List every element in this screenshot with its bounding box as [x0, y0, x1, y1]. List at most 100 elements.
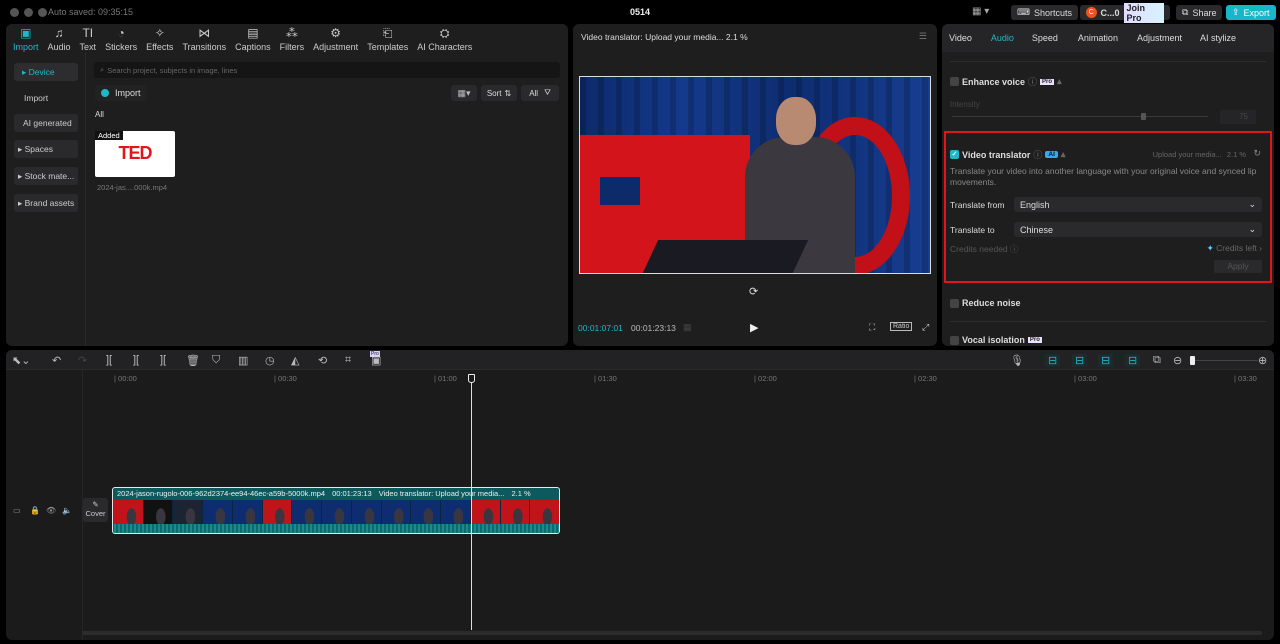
- apply-button[interactable]: Apply: [1214, 260, 1262, 273]
- split-left-icon[interactable]: ][: [133, 354, 139, 366]
- inspector-panel: Video Audio Speed Animation Adjustment A…: [942, 24, 1274, 346]
- credits-left-link[interactable]: ✦ Credits left ›: [1207, 243, 1262, 254]
- clip-duration: 00:01:23:13: [332, 489, 372, 498]
- close-window-button[interactable]: [10, 7, 19, 17]
- intensity-slider[interactable]: [952, 113, 1208, 120]
- zoom-in-icon[interactable]: ⊕: [1258, 354, 1267, 367]
- enhance-voice-checkbox[interactable]: [950, 77, 959, 86]
- video-clip[interactable]: 2024-jason-rugolo-006-962d2374-ee94-46ec…: [112, 487, 560, 534]
- tab-filters[interactable]: ⁂ Filters: [280, 27, 305, 53]
- sidebar-item-import[interactable]: Import: [14, 89, 78, 107]
- account-button[interactable]: C C...0 Join Pro: [1080, 2, 1170, 23]
- tab-text[interactable]: TI Text: [80, 27, 97, 53]
- tab-ai-characters[interactable]: ⛭ AI Characters: [417, 27, 473, 53]
- tab-adjustment[interactable]: Adjustment: [1137, 33, 1182, 43]
- tab-import[interactable]: ▣ Import: [13, 27, 39, 53]
- retry-icon[interactable]: ↻: [1253, 148, 1261, 159]
- tab-video[interactable]: Video: [949, 33, 972, 43]
- export-button[interactable]: ⇪ Export: [1226, 5, 1276, 20]
- auto-snap-icon[interactable]: ⊟: [1072, 354, 1088, 367]
- video-translator-checkbox[interactable]: ✓: [950, 150, 959, 159]
- tab-label: Stickers: [105, 42, 138, 52]
- tab-ai-stylize[interactable]: AI stylize: [1200, 33, 1236, 43]
- linkage-icon[interactable]: ⊟: [1098, 354, 1114, 367]
- tab-speed[interactable]: Speed: [1032, 33, 1058, 43]
- sort-button[interactable]: Sort ⇅: [481, 85, 517, 101]
- play-button[interactable]: ▶: [750, 321, 758, 334]
- zoom-slider-thumb[interactable]: [1190, 356, 1195, 365]
- clip-thumbnails: [114, 500, 559, 524]
- view-mode-button[interactable]: ▦▾: [451, 85, 477, 101]
- tab-transitions[interactable]: ⋈ Transitions: [182, 27, 226, 53]
- cover-button[interactable]: ✎ Cover: [83, 498, 108, 522]
- intensity-slider-thumb[interactable]: [1141, 113, 1146, 120]
- redo-icon[interactable]: ↷: [78, 354, 87, 367]
- menu-icon[interactable]: ☰: [919, 31, 927, 42]
- player-title: Video translator: Upload your media... 2…: [581, 32, 748, 42]
- tab-stickers[interactable]: ◔ Stickers: [105, 27, 138, 53]
- tab-label: AI Characters: [417, 42, 473, 52]
- join-pro-button[interactable]: Join Pro: [1123, 2, 1164, 23]
- split-icon[interactable]: ][: [106, 354, 112, 366]
- reduce-noise-checkbox[interactable]: [950, 298, 959, 308]
- import-button[interactable]: Import: [95, 85, 147, 101]
- lock-icon[interactable]: 🔒: [30, 506, 40, 515]
- maximize-window-button[interactable]: [38, 7, 47, 17]
- translate-to-label: Translate to: [950, 225, 995, 235]
- split-right-icon[interactable]: ][: [160, 354, 166, 366]
- tab-audio[interactable]: Audio: [991, 33, 1014, 43]
- marker-icon[interactable]: ⛉: [212, 354, 220, 367]
- microphone-icon[interactable]: 🎙: [1010, 354, 1024, 367]
- rotate-icon[interactable]: ⟳: [749, 285, 758, 298]
- search-input[interactable]: ⌕ Search project, subjects in image, line…: [94, 62, 560, 78]
- tab-captions[interactable]: ▤ Captions: [235, 27, 271, 53]
- add-icon: [101, 89, 109, 97]
- horizontal-scrollbar[interactable]: [82, 631, 1262, 635]
- sidebar-item-spaces[interactable]: ▸ Spaces: [14, 140, 78, 158]
- zoom-out-icon[interactable]: ⊖: [1173, 354, 1182, 367]
- crop-icon[interactable]: ⌗: [345, 354, 351, 367]
- translate-from-select[interactable]: English ⌄: [1014, 197, 1262, 212]
- collapse-icon[interactable]: ▴: [1061, 149, 1066, 160]
- clip-thumbnail-frame: [203, 500, 233, 524]
- waveform-icon[interactable]: ▦: [683, 322, 692, 333]
- tab-adjustment[interactable]: ⚙ Adjustment: [313, 27, 358, 53]
- audio-waveform: [114, 524, 559, 533]
- main-track-magnet-icon[interactable]: ⊟: [1045, 354, 1061, 367]
- tab-animation[interactable]: Animation: [1078, 33, 1118, 43]
- sidebar-item-device[interactable]: ▸ Device: [14, 63, 78, 81]
- delete-icon[interactable]: 🗑: [186, 354, 200, 367]
- thumbnail-icon[interactable]: ⧉: [1153, 354, 1161, 367]
- freeze-icon[interactable]: ▥: [238, 354, 248, 367]
- sidebar-item-brand-assets[interactable]: ▸ Brand assets: [14, 194, 78, 212]
- shortcuts-button[interactable]: ⌨ Shortcuts: [1011, 5, 1079, 20]
- vocal-isolation-checkbox[interactable]: [950, 335, 959, 345]
- preview-axis-icon[interactable]: ⊟: [1125, 354, 1141, 367]
- minimize-window-button[interactable]: [24, 7, 33, 17]
- playhead[interactable]: [468, 374, 475, 630]
- filter-button[interactable]: All ⛛: [521, 85, 559, 101]
- intensity-value[interactable]: 75: [1220, 110, 1256, 124]
- undo-icon[interactable]: ↶: [52, 354, 61, 367]
- select-tool-icon[interactable]: ⬉⌄: [12, 354, 30, 367]
- speaker-icon[interactable]: 🔈: [62, 506, 72, 515]
- mirror-icon[interactable]: ◭: [291, 354, 299, 367]
- layout-icon[interactable]: ▦ ▾: [972, 6, 989, 17]
- rotate-icon[interactable]: ⟲: [318, 354, 327, 367]
- speed-icon[interactable]: ◷: [265, 354, 275, 367]
- media-item[interactable]: Added TED: [95, 131, 175, 177]
- tab-templates[interactable]: ⎗ Templates: [367, 27, 408, 53]
- share-button[interactable]: ⧉ Share: [1176, 5, 1223, 20]
- sidebar-item-stock-materials[interactable]: ▸ Stock mate...: [14, 167, 78, 185]
- eye-icon[interactable]: 👁: [46, 506, 56, 515]
- fullscreen-icon[interactable]: ⤢: [922, 322, 929, 333]
- zoom-fit-icon[interactable]: ⛶: [869, 322, 875, 333]
- ratio-button[interactable]: Ratio: [890, 322, 913, 331]
- video-preview[interactable]: [579, 76, 931, 274]
- collapse-icon[interactable]: ▴: [1057, 76, 1062, 87]
- translate-to-select[interactable]: Chinese ⌄: [1014, 222, 1262, 237]
- tab-effects[interactable]: ✧ Effects: [146, 27, 173, 53]
- sidebar-item-ai-generated[interactable]: AI generated: [14, 114, 78, 132]
- zoom-slider[interactable]: [1190, 356, 1258, 365]
- tab-audio[interactable]: ♫ Audio: [48, 27, 71, 53]
